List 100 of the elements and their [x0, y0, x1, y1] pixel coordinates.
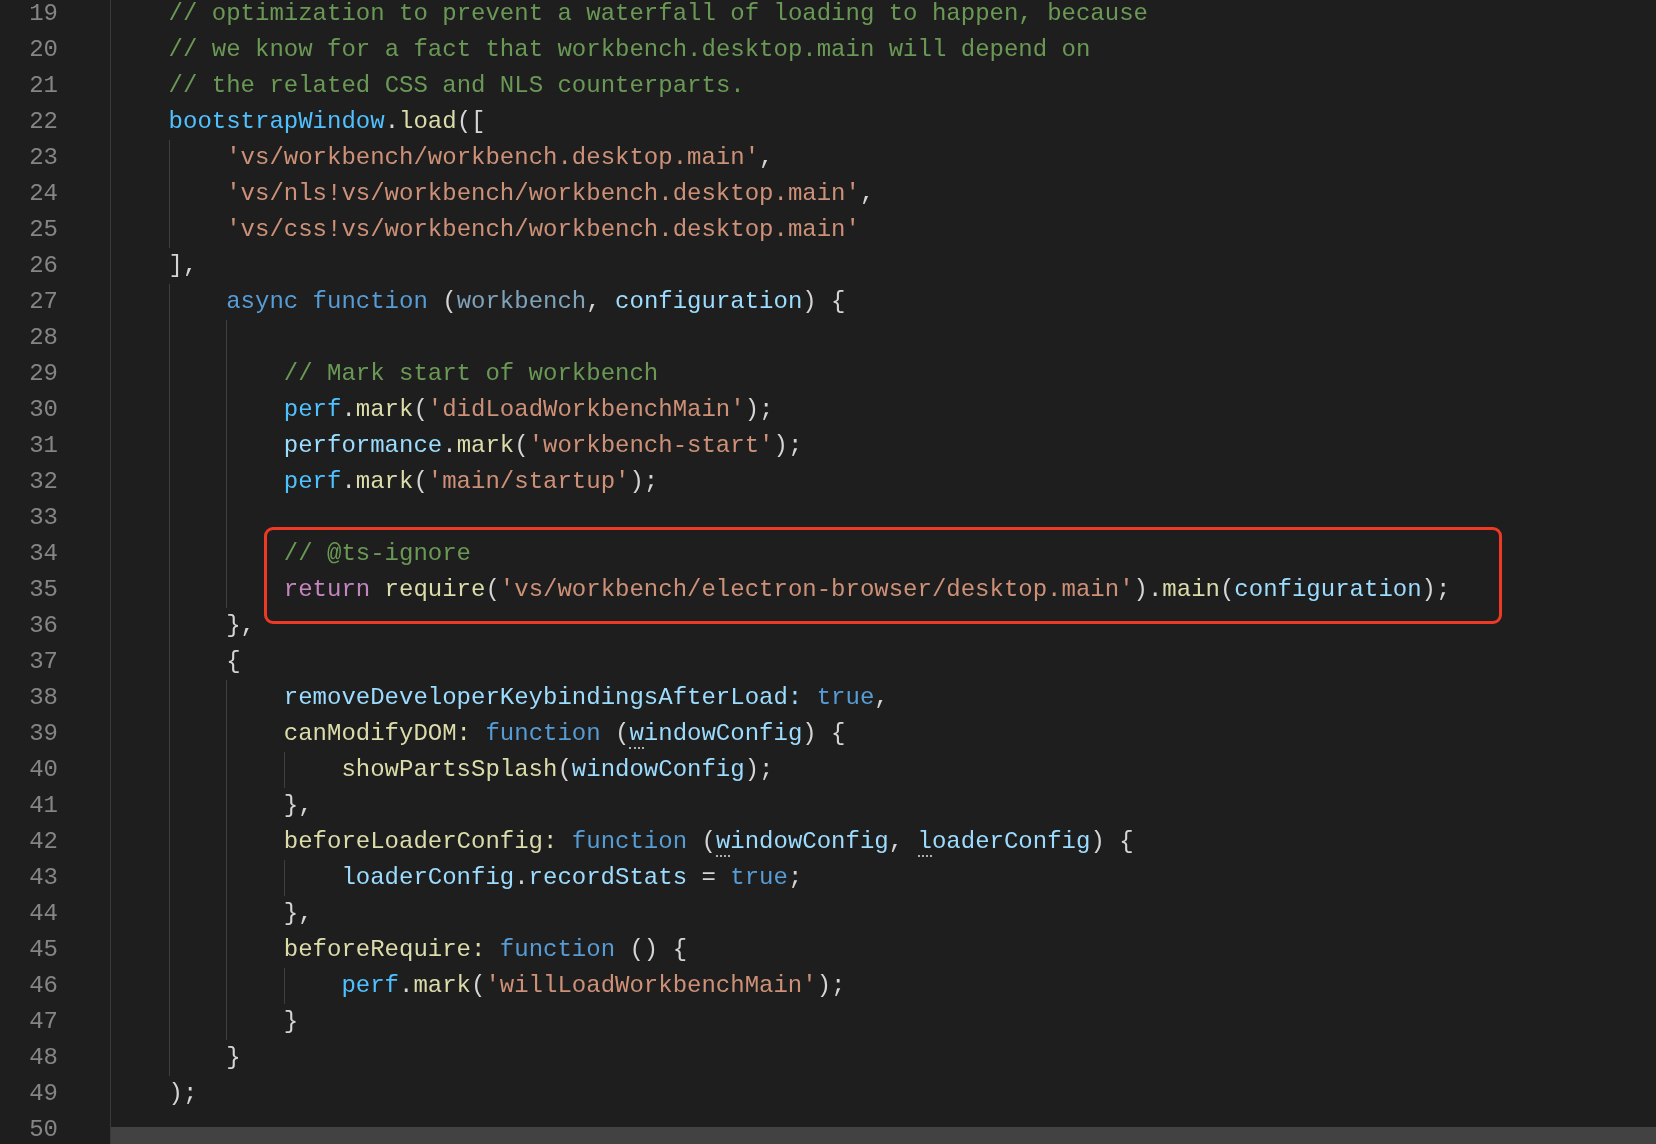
horizontal-scrollbar[interactable] [111, 1127, 1656, 1144]
code-token: () { [628, 935, 688, 965]
line-number: 25 [28, 215, 58, 245]
code-token: ); [629, 467, 659, 497]
code-token: . [514, 863, 529, 893]
line-number: 41 [28, 791, 58, 821]
line-number: 37 [28, 647, 58, 677]
code-token: 'vs/workbench/workbench.desktop.main' [226, 143, 760, 173]
code-token: 'didLoadWorkbenchMain' [427, 395, 745, 425]
code-token: perf [283, 467, 342, 497]
code-token: ) { [802, 719, 846, 749]
code-token: ( [413, 467, 428, 497]
code-token: 'workbench-start' [528, 431, 774, 461]
code-token: true [729, 863, 788, 893]
code-token: windowConfig [629, 719, 803, 751]
code-token: ); [744, 755, 774, 785]
code-token: ( [514, 431, 529, 461]
code-token: return [283, 575, 371, 605]
code-token: , [859, 179, 875, 209]
code-token: ( [700, 827, 716, 857]
code-token: beforeRequire: [283, 935, 486, 965]
code-token: require [383, 575, 486, 605]
code-token: ], [168, 251, 198, 281]
code-token: { [226, 647, 241, 677]
code-token: ; [787, 863, 803, 893]
code-token: } [226, 1043, 241, 1073]
code-token: bootstrapWindow [168, 107, 385, 137]
line-number: 20 [28, 35, 58, 65]
code-token: mark [355, 467, 414, 497]
code-token: performance [283, 431, 443, 461]
code-token: canModifyDOM: [283, 719, 471, 749]
line-number: 42 [28, 827, 58, 857]
line-number: 31 [28, 431, 58, 461]
code-token: ). [1133, 575, 1163, 605]
code-token: workbench [456, 287, 587, 317]
code-token: mark [355, 395, 414, 425]
line-number: 19 [28, 0, 58, 29]
line-number: 46 [28, 971, 58, 1001]
code-token: , [874, 683, 889, 713]
code-token: ( [1219, 575, 1235, 605]
code-token: recordStats [528, 863, 688, 893]
code-token: ); [816, 971, 846, 1001]
line-number: 39 [28, 719, 58, 749]
line-number: 48 [28, 1043, 58, 1073]
code-token: ( [471, 971, 486, 1001]
code-token: windowConfig [715, 827, 889, 859]
code-token: 'vs/nls!vs/workbench/workbench.desktop.main' [226, 179, 860, 209]
line-number: 29 [28, 359, 58, 389]
code-token: loaderConfig [341, 863, 515, 893]
line-number: 38 [28, 683, 58, 713]
line-number: 47 [28, 1007, 58, 1037]
code-token: function [484, 719, 601, 749]
code-token: mark [413, 971, 471, 1001]
line-number: 34 [28, 539, 58, 569]
code-token: ); [1421, 575, 1451, 605]
code-token: ( [441, 287, 457, 317]
line-number: 21 [28, 71, 58, 101]
code-token: ( [614, 719, 630, 749]
code-token: beforeLoaderConfig: [283, 827, 558, 857]
code-token: ); [773, 431, 803, 461]
code-token: configuration [614, 287, 803, 317]
code-token: } [283, 1007, 299, 1037]
code-token: = [700, 863, 716, 893]
code-token: , [759, 143, 774, 173]
code-token: ([ [456, 107, 486, 137]
code-token: 'willLoadWorkbenchMain' [485, 971, 817, 1001]
code-token: mark [456, 431, 515, 461]
code-token: ); [168, 1079, 198, 1109]
code-token: ); [744, 395, 774, 425]
line-number: 30 [28, 395, 58, 425]
code-token: windowConfig [571, 755, 745, 785]
code-token: . [341, 467, 356, 497]
line-number: 24 [28, 179, 58, 209]
line-number: 22 [28, 107, 58, 137]
line-number: 32 [28, 467, 58, 497]
code-token: removeDeveloperKeybindingsAfterLoad: [283, 683, 803, 713]
code-token: showPartsSplash [341, 755, 558, 785]
code-token: . [341, 395, 356, 425]
code-token: ) { [1090, 827, 1134, 857]
code-token: ( [413, 395, 428, 425]
code-token: true [815, 683, 875, 713]
code-token: , [586, 287, 601, 317]
code-token: loaderConfig [916, 827, 1091, 859]
code-token: }, [283, 791, 313, 821]
code-token: perf [341, 971, 399, 1001]
code-token: main [1162, 575, 1220, 605]
line-number: 36 [28, 611, 58, 641]
line-number: 40 [28, 755, 58, 785]
line-number: 50 [28, 1115, 58, 1144]
line-number: 44 [28, 899, 58, 929]
code-token: configuration [1234, 575, 1422, 605]
code-token: async [226, 287, 299, 317]
code-token: . [399, 971, 414, 1001]
code-token: // @ts-ignore [283, 539, 471, 569]
code-token: // we know for a fact that workbench.desktop.main will depend on [168, 35, 1091, 65]
line-number: 49 [28, 1079, 58, 1109]
code-token: // optimization to prevent a waterfall of loading to happen, because [168, 0, 1148, 29]
line-number: 27 [28, 287, 58, 317]
code-token: }, [283, 899, 313, 929]
code-token: 'vs/workbench/electron-browser/desktop.main' [499, 575, 1134, 605]
